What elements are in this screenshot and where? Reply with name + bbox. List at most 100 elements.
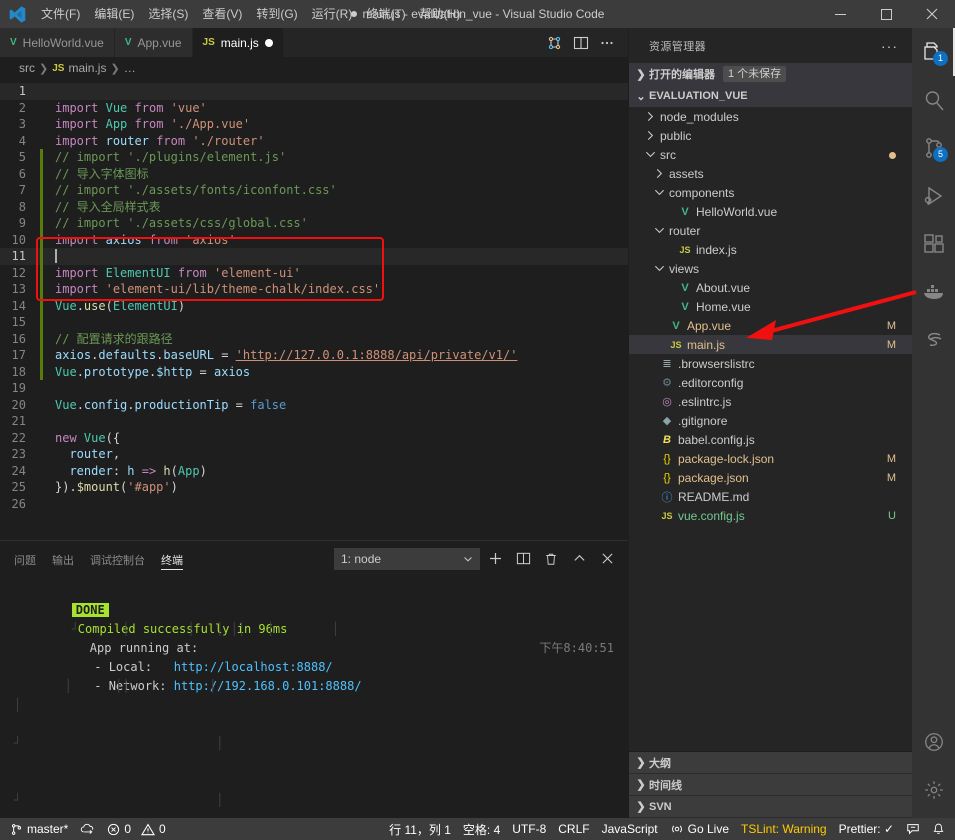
code-line: 4 import router from './router'	[0, 133, 628, 150]
tree-folder[interactable]: node_modules	[629, 107, 912, 126]
tree-item-label: router	[669, 223, 701, 238]
breadcrumb-symbols[interactable]: …	[124, 61, 136, 75]
terminal-output[interactable]: DONE Compiled successfully in 96ms 下午8:4…	[0, 576, 628, 818]
status-branch[interactable]: master*	[0, 818, 74, 840]
maximize-panel-icon[interactable]	[566, 546, 592, 572]
outline-panel[interactable]: ❯ 大纲	[629, 752, 912, 774]
warning-count: 0	[159, 822, 166, 836]
tree-folder[interactable]: components	[629, 183, 912, 202]
tree-file[interactable]: V Home.vue	[629, 297, 912, 316]
code-editor[interactable]: 1 2 import Vue from 'vue' 3 import App from …	[0, 79, 628, 540]
line-number: 18	[11, 364, 26, 379]
section-workspace-root[interactable]: ⌄ EVALUATION_VUE	[629, 85, 912, 107]
activity-sass[interactable]	[912, 316, 955, 364]
tree-file[interactable]: ≣ .browserslistrc	[629, 354, 912, 373]
tree-folder[interactable]: router	[629, 221, 912, 240]
tab-problems[interactable]: 问题	[14, 541, 36, 576]
tree-file[interactable]: {} package.json M	[629, 468, 912, 487]
sidebar-more-icon[interactable]: ···	[881, 38, 904, 54]
tree-folder[interactable]: public	[629, 126, 912, 145]
breadcrumb-file[interactable]: main.js	[68, 61, 106, 75]
breadcrumb-src[interactable]: src	[19, 61, 35, 75]
line-number: 3	[18, 117, 26, 131]
status-feedback[interactable]	[900, 818, 926, 840]
tree-folder[interactable]: views	[629, 259, 912, 278]
section-open-editors[interactable]: ❯ 打开的编辑器 1 个未保存	[629, 63, 912, 85]
tree-file[interactable]: V App.vue M	[629, 316, 912, 335]
tree-file[interactable]: ◎ .eslintrc.js	[629, 392, 912, 411]
tab-debug-console[interactable]: 调试控制台	[90, 541, 145, 576]
status-eol[interactable]: CRLF	[552, 818, 595, 840]
new-terminal-icon[interactable]	[482, 546, 508, 572]
menu-edit[interactable]: 编辑(E)	[87, 0, 141, 28]
tree-file[interactable]: V About.vue	[629, 278, 912, 297]
kill-terminal-icon[interactable]	[538, 546, 564, 572]
svn-panel[interactable]: ❯ SVN	[629, 796, 912, 818]
close-panel-icon[interactable]	[594, 546, 620, 572]
code-line: 18 Vue.prototype.$http = axios	[0, 363, 628, 380]
activity-docker[interactable]	[912, 268, 955, 316]
terminal-blank-7	[14, 772, 628, 791]
maximize-button[interactable]	[863, 0, 909, 28]
activity-run-debug[interactable]	[912, 172, 955, 220]
status-problems[interactable]: 0 0	[101, 818, 171, 840]
list-file-icon: ≣	[662, 358, 672, 370]
activity-extensions[interactable]	[912, 220, 955, 268]
more-actions-icon[interactable]	[596, 32, 618, 54]
tree-file[interactable]: JS main.js M	[629, 335, 912, 354]
editor-tab[interactable]: JS main.js	[192, 28, 284, 57]
tree-file[interactable]: ⓘ README.md	[629, 487, 912, 506]
status-language-mode[interactable]: JavaScript	[596, 818, 664, 840]
terminal-selector[interactable]: 1: node	[334, 547, 480, 570]
sidebar-bottom-panels: ❯ 大纲 ❯ 时间线 ❯ SVN	[629, 751, 912, 818]
tab-dirty-indicator-icon[interactable]	[264, 38, 273, 47]
run-and-debug-icon[interactable]	[544, 32, 566, 54]
tree-item-label: Home.vue	[696, 299, 751, 314]
editor-tab[interactable]: V HelloWorld.vue	[0, 28, 115, 57]
tree-file[interactable]: JS index.js	[629, 240, 912, 259]
tab-terminal[interactable]: 终端	[161, 541, 183, 576]
tree-folder[interactable]: assets	[629, 164, 912, 183]
status-go-live[interactable]: Go Live	[664, 818, 735, 840]
tab-output[interactable]: 输出	[52, 541, 74, 576]
code-line: 26	[0, 496, 628, 513]
tree-file[interactable]: JS vue.config.js U	[629, 506, 912, 525]
code-line: 9 // import './assets/css/global.css'	[0, 215, 628, 232]
tree-file[interactable]: {} package-lock.json M	[629, 449, 912, 468]
split-editor-icon[interactable]	[570, 32, 592, 54]
minimize-button[interactable]	[817, 0, 863, 28]
status-indentation[interactable]: 空格: 4	[457, 818, 506, 840]
menu-bar: 文件(F) 编辑(E) 选择(S) 查看(V) 转到(G) 运行(R) 终端(T…	[34, 0, 467, 28]
split-terminal-icon[interactable]	[510, 546, 536, 572]
menu-run[interactable]: 运行(R)	[305, 0, 360, 28]
close-button[interactable]	[909, 0, 955, 28]
status-tslint[interactable]: TSLint: Warning	[735, 818, 833, 840]
tree-file[interactable]: ⚙ .editorconfig	[629, 373, 912, 392]
tree-folder[interactable]: src	[629, 145, 912, 164]
menu-go[interactable]: 转到(G)	[249, 0, 304, 28]
tree-file[interactable]: V HelloWorld.vue	[629, 202, 912, 221]
menu-file[interactable]: 文件(F)	[34, 0, 87, 28]
menu-help[interactable]: 帮助(H)	[413, 0, 468, 28]
activity-source-control[interactable]: 5	[912, 124, 955, 172]
editor-tab[interactable]: V App.vue	[114, 28, 193, 57]
activity-settings[interactable]	[912, 766, 955, 814]
activity-accounts[interactable]	[912, 718, 955, 766]
status-sync[interactable]	[74, 818, 101, 840]
status-bar-right: 行 11，列 1 空格: 4 UTF-8 CRLF JavaScript Go …	[383, 818, 955, 840]
timeline-panel[interactable]: ❯ 时间线	[629, 774, 912, 796]
activity-search[interactable]	[912, 76, 955, 124]
status-encoding[interactable]: UTF-8	[506, 818, 552, 840]
menu-view[interactable]: 查看(V)	[195, 0, 249, 28]
activity-explorer[interactable]: 1	[912, 28, 955, 76]
menu-terminal[interactable]: 终端(T)	[359, 0, 412, 28]
status-bar: master* 0 0 行 11，列 1 空格: 4 UTF-8 CRLF Ja…	[0, 818, 955, 840]
status-cursor-position[interactable]: 行 11，列 1	[383, 818, 457, 840]
tree-file[interactable]: Bbabel.config.js	[629, 430, 912, 449]
status-prettier[interactable]: Prettier: ✓	[833, 818, 900, 840]
status-notifications[interactable]	[926, 818, 955, 840]
menu-selection[interactable]: 选择(S)	[141, 0, 195, 28]
tree-file[interactable]: ◆ .gitignore	[629, 411, 912, 430]
